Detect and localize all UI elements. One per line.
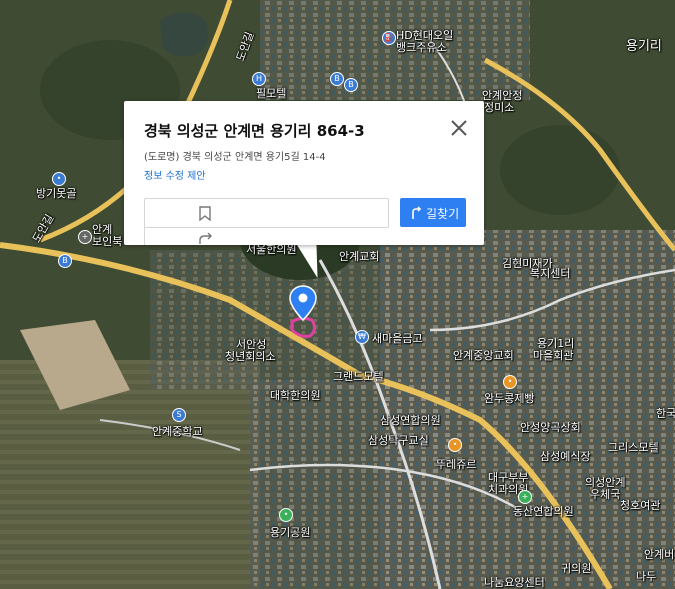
suggest-edit-link[interactable]: 정보 수정 제안 (144, 167, 206, 182)
park-icon[interactable]: • (279, 508, 293, 522)
map-label: 복지센터 (530, 267, 571, 280)
map-label: 필모텔 (256, 87, 287, 100)
map-label: 안계중앙교회 (453, 349, 514, 362)
road-address: (도로명) 경북 의성군 안계면 용기5길 14-4 (144, 152, 326, 163)
place-icon[interactable]: • (52, 172, 66, 186)
map-label: 삼성연합의원 (380, 414, 441, 427)
map-label: 우체국 (590, 488, 621, 501)
gas-station-icon[interactable]: ⛽ (382, 31, 396, 45)
map-label: 뱅크주유소 (396, 41, 447, 54)
map-label: 청호여관 (620, 499, 661, 512)
map-label: 보인북 (92, 235, 123, 248)
map-label: 완두콩제빵 (484, 392, 535, 405)
address-title: 경북 의성군 안계면 용기리 864-3 (144, 122, 365, 140)
map-label: 한국 (656, 407, 675, 420)
satellite-map[interactable] (0, 0, 675, 589)
map-label: 그리스모텔 (608, 441, 659, 454)
directions-button[interactable]: 길찾기 (400, 198, 466, 227)
map-label: 청년회의소 (225, 350, 276, 363)
map-label: 삼성예식장 (540, 450, 591, 463)
bakery-icon[interactable]: • (448, 438, 462, 452)
map-label: 용기리 (626, 39, 662, 54)
map-label: 그랜드모텔 (333, 370, 384, 383)
map-label: 안성양곡상회 (520, 421, 581, 434)
school-icon[interactable]: S (172, 408, 186, 422)
address-info-popup: 경북 의성군 안계면 용기리 864-3 (도로명) 경북 의성군 안계면 용기… (124, 101, 484, 245)
bus-icon[interactable]: B (58, 254, 72, 268)
map-label: 나눔요양센터 (484, 576, 545, 589)
hospital-icon[interactable]: + (518, 490, 532, 504)
hotel-icon[interactable]: H (252, 72, 266, 86)
map-label: 안계중학교 (152, 425, 203, 438)
map-label: 새마을금고 (372, 332, 423, 345)
map-label: 용기공원 (270, 526, 311, 539)
bus-icon[interactable]: B (330, 72, 344, 86)
map-label: 뚜레쥬르 (436, 458, 477, 471)
directions-icon (412, 206, 422, 219)
map-label: 마을회관 (533, 349, 574, 362)
map-label: 나두 (636, 570, 657, 583)
share-icon (199, 233, 212, 244)
map-label: 삼성탁구교실 (368, 434, 429, 447)
bus-icon[interactable]: B (344, 78, 358, 92)
map-label: 대학한의원 (270, 389, 321, 402)
location-marker-icon[interactable] (289, 285, 317, 321)
bakery-icon[interactable]: • (503, 375, 517, 389)
map-label: 정미소 (484, 101, 515, 114)
save-button[interactable] (144, 198, 389, 228)
bank-icon[interactable]: ₩ (355, 330, 369, 344)
map-label: 귀의원 (561, 562, 592, 575)
map-label: 동산연합의원 (513, 505, 574, 518)
map-label: 방기못골 (36, 187, 77, 200)
map-label: 안계교회 (339, 250, 380, 263)
map-label: 안계버 (644, 548, 675, 561)
bookmark-icon (199, 206, 211, 221)
share-button[interactable] (144, 227, 265, 245)
close-icon[interactable] (448, 117, 470, 139)
directions-label: 길찾기 (426, 207, 460, 221)
church-icon[interactable]: + (78, 230, 92, 244)
